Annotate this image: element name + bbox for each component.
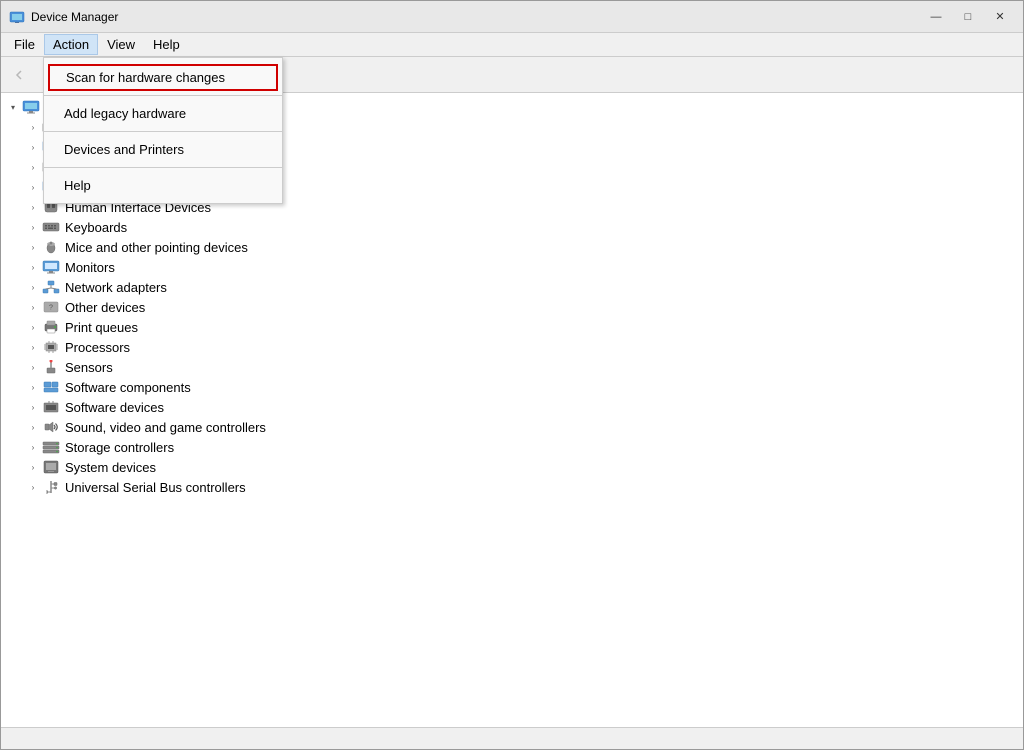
cameras-chevron: ›: [25, 119, 41, 135]
minimize-button[interactable]: —: [921, 6, 951, 28]
menu-view[interactable]: View: [98, 34, 144, 55]
back-button[interactable]: [5, 61, 33, 89]
menu-bar: File Action View Help Scan for hardware …: [1, 33, 1023, 57]
network-icon: [41, 279, 61, 295]
hid-chevron: ›: [25, 199, 41, 215]
system-devices-chevron: ›: [25, 459, 41, 475]
tree-item-print-queues[interactable]: › Print queues: [1, 317, 1023, 337]
tree-item-sensors[interactable]: › Sensors: [1, 357, 1023, 377]
app-icon: [9, 9, 25, 25]
action-dropdown: Scan for hardware changes Add legacy har…: [43, 57, 283, 204]
back-icon: [12, 68, 26, 82]
separator-3: [44, 167, 282, 168]
menu-file[interactable]: File: [5, 34, 44, 55]
root-chevron: ▾: [5, 99, 21, 115]
print-queues-chevron: ›: [25, 319, 41, 335]
system-devices-label: System devices: [65, 460, 156, 475]
mice-icon: [41, 239, 61, 255]
processors-label: Processors: [65, 340, 130, 355]
keyboards-label: Keyboards: [65, 220, 127, 235]
sensors-icon: [41, 359, 61, 375]
monitors-label: Monitors: [65, 260, 115, 275]
software-devices-icon: [41, 399, 61, 415]
device-manager-window: Device Manager — □ ✕ File Action View He…: [0, 0, 1024, 750]
other-label: Other devices: [65, 300, 145, 315]
usb-chevron: ›: [25, 479, 41, 495]
network-label: Network adapters: [65, 280, 167, 295]
keyboards-chevron: ›: [25, 219, 41, 235]
network-chevron: ›: [25, 279, 41, 295]
storage-icon: [41, 439, 61, 455]
mice-label: Mice and other pointing devices: [65, 240, 248, 255]
processors-chevron: ›: [25, 339, 41, 355]
other-icon: ?: [41, 299, 61, 315]
storage-chevron: ›: [25, 439, 41, 455]
computer-chevron: ›: [25, 139, 41, 155]
software-components-icon: [41, 379, 61, 395]
software-devices-chevron: ›: [25, 399, 41, 415]
svg-text:?: ?: [49, 305, 53, 312]
tree-item-system-devices[interactable]: › System devices: [1, 457, 1023, 477]
window-controls: — □ ✕: [921, 6, 1015, 28]
system-devices-icon: [41, 459, 61, 475]
tree-item-storage[interactable]: › Storage controllers: [1, 437, 1023, 457]
menu-action[interactable]: Action: [44, 34, 98, 55]
storage-label: Storage controllers: [65, 440, 174, 455]
usb-icon: [41, 479, 61, 495]
other-chevron: ›: [25, 299, 41, 315]
software-components-label: Software components: [65, 380, 191, 395]
separator-1: [44, 95, 282, 96]
close-button[interactable]: ✕: [985, 6, 1015, 28]
display-adapters-chevron: ›: [25, 179, 41, 195]
software-components-chevron: ›: [25, 379, 41, 395]
sound-label: Sound, video and game controllers: [65, 420, 266, 435]
processors-icon: [41, 339, 61, 355]
keyboards-icon: [41, 219, 61, 235]
action-scan-hardware[interactable]: Scan for hardware changes: [48, 64, 278, 91]
monitors-icon: [41, 259, 61, 275]
monitors-chevron: ›: [25, 259, 41, 275]
print-queues-icon: [41, 319, 61, 335]
menu-help[interactable]: Help: [144, 34, 189, 55]
tree-item-mice[interactable]: › Mice and other pointing devices: [1, 237, 1023, 257]
title-bar: Device Manager — □ ✕: [1, 1, 1023, 33]
tree-item-keyboards[interactable]: › Keyboards: [1, 217, 1023, 237]
tree-item-sound[interactable]: › Sound, video and game controllers: [1, 417, 1023, 437]
tree-item-processors[interactable]: ›: [1, 337, 1023, 357]
action-add-legacy[interactable]: Add legacy hardware: [44, 100, 282, 127]
tree-item-software-components[interactable]: › Software components: [1, 377, 1023, 397]
print-queues-label: Print queues: [65, 320, 138, 335]
mice-chevron: ›: [25, 239, 41, 255]
disk-drives-chevron: ›: [25, 159, 41, 175]
tree-item-software-devices[interactable]: › Software devices: [1, 397, 1023, 417]
sound-icon: [41, 419, 61, 435]
status-bar: [1, 727, 1023, 749]
tree-item-monitors[interactable]: › Monitors: [1, 257, 1023, 277]
sensors-chevron: ›: [25, 359, 41, 375]
tree-item-network[interactable]: › Network adapters: [1, 277, 1023, 297]
separator-2: [44, 131, 282, 132]
tree-item-other[interactable]: › ? Other devices: [1, 297, 1023, 317]
action-help[interactable]: Help: [44, 172, 282, 199]
computer-root-icon: [21, 99, 41, 115]
software-devices-label: Software devices: [65, 400, 164, 415]
action-devices-printers[interactable]: Devices and Printers: [44, 136, 282, 163]
sound-chevron: ›: [25, 419, 41, 435]
window-title: Device Manager: [31, 10, 921, 24]
tree-item-usb[interactable]: › Universal Serial Bus controllers: [1, 477, 1023, 497]
usb-label: Universal Serial Bus controllers: [65, 480, 246, 495]
sensors-label: Sensors: [65, 360, 113, 375]
maximize-button[interactable]: □: [953, 6, 983, 28]
